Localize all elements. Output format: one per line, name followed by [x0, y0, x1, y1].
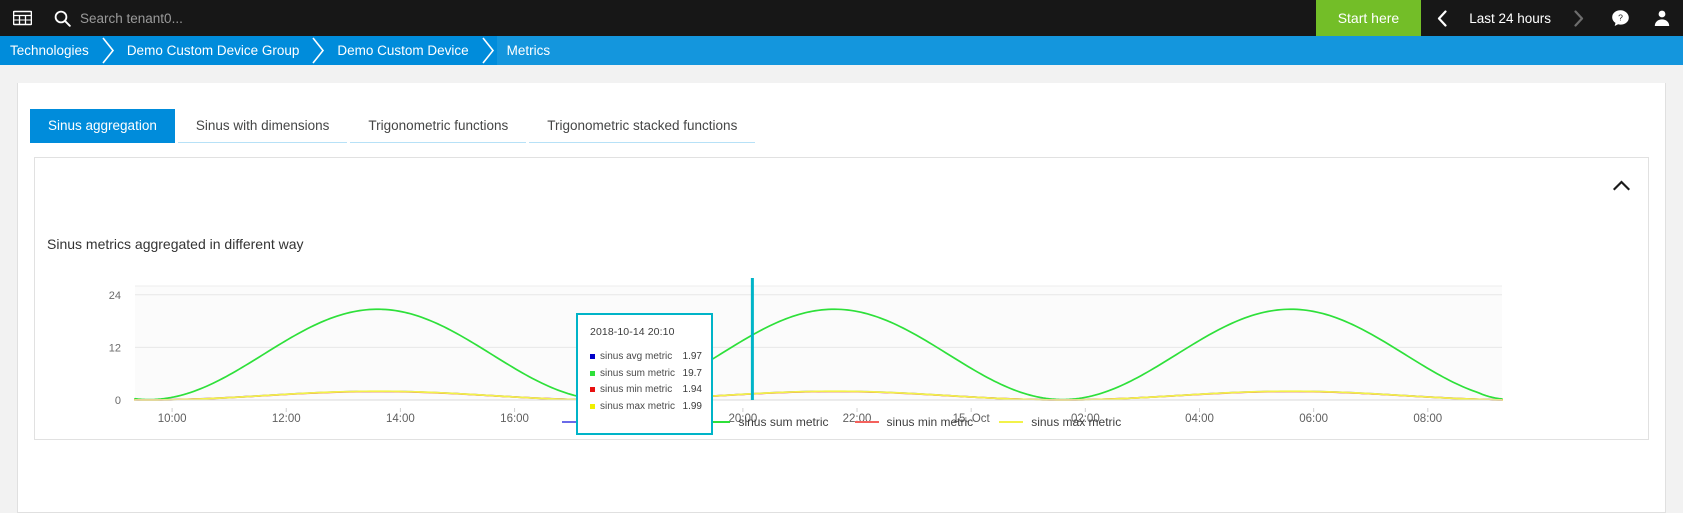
- chart-svg: 0 12 24: [109, 278, 1503, 407]
- chart-card: Sinus metrics aggregated in different wa…: [34, 157, 1649, 440]
- legend-item-sinus-max-metric[interactable]: sinus max metric: [999, 415, 1121, 429]
- y-tick-label: 24: [109, 290, 121, 302]
- legend-item-sinus-sum-metric[interactable]: sinus sum metric: [706, 415, 829, 429]
- breadcrumb-item-metrics[interactable]: Metrics: [496, 36, 563, 65]
- breadcrumb-separator-icon: [101, 36, 117, 65]
- tab-label: Trigonometric functions: [368, 118, 509, 133]
- start-here-label: Start here: [1337, 10, 1400, 26]
- tooltip-timestamp: 2018-10-14 20:10: [590, 326, 675, 338]
- chevron-right-glyph: [1573, 9, 1583, 27]
- chevron-right-icon[interactable]: [1561, 0, 1595, 36]
- breadcrumb-label: Demo Custom Device: [337, 43, 469, 58]
- chart-title: Sinus metrics aggregated in different wa…: [47, 236, 304, 252]
- tooltip-color-swatch: [590, 403, 595, 409]
- tab-label: Sinus aggregation: [48, 118, 157, 133]
- search-glyph: [54, 10, 71, 27]
- tooltip-color-swatch: [590, 387, 595, 392]
- start-here-button[interactable]: Start here: [1315, 0, 1422, 36]
- tab-sinus-with-dimensions[interactable]: Sinus with dimensions: [177, 109, 348, 143]
- tab-trigonometric-functions[interactable]: Trigonometric functions: [350, 109, 527, 143]
- chevron-left-glyph: [1437, 9, 1447, 27]
- tooltip-series-name: sinus min metric: [600, 384, 673, 395]
- tab-sinus-aggregation[interactable]: Sinus aggregation: [30, 109, 175, 143]
- metrics-panel: Sinus aggregation Sinus with dimensions …: [17, 83, 1666, 513]
- tab-bar: Sinus aggregation Sinus with dimensions …: [18, 83, 1665, 143]
- tooltip-series-name: sinus avg metric: [600, 351, 673, 362]
- tab-label: Trigonometric stacked functions: [547, 118, 738, 133]
- app-menu-glyph: [12, 10, 32, 26]
- timeframe-label[interactable]: Last 24 hours: [1459, 11, 1561, 26]
- tooltip-row: sinus avg metric 1.97: [590, 351, 702, 362]
- breadcrumb-trailing-fill: [562, 36, 1683, 65]
- tooltip-color-swatch: [590, 370, 595, 376]
- chart-tooltip: 2018-10-14 20:10 sinus avg metric 1.97 s…: [576, 313, 713, 435]
- breadcrumb-item-demo-custom-device[interactable]: Demo Custom Device: [327, 36, 480, 65]
- tooltip-series-name: sinus max metric: [600, 400, 676, 412]
- tooltip-series-value: 1.94: [682, 384, 702, 395]
- help-bubble-icon[interactable]: ?: [1599, 0, 1641, 36]
- y-tick-label: 12: [109, 342, 121, 354]
- tooltip-series-name: sinus sum metric: [600, 367, 676, 379]
- breadcrumb-label: Metrics: [506, 43, 551, 58]
- app-menu-icon[interactable]: [0, 0, 44, 36]
- breadcrumb-separator-icon: [481, 36, 497, 65]
- legend-color-line: [854, 420, 879, 424]
- chart-legend: sinus avg metric sinus sum metric sinus …: [35, 415, 1648, 429]
- tooltip-row: sinus sum metric 19.7: [590, 368, 702, 379]
- search-icon[interactable]: [44, 0, 80, 36]
- tooltip-color-swatch: [590, 354, 595, 359]
- legend-item-sinus-min-metric[interactable]: sinus min metric: [854, 415, 974, 429]
- help-bubble-glyph: ?: [1611, 9, 1629, 26]
- y-tick-label: 0: [115, 395, 121, 407]
- svg-text:?: ?: [1618, 12, 1623, 22]
- breadcrumb-separator-icon: [311, 36, 327, 65]
- breadcrumb: Technologies Demo Custom Device Group De…: [0, 36, 1683, 65]
- tab-label: Sinus with dimensions: [195, 118, 330, 133]
- legend-label: sinus max metric: [1031, 415, 1122, 429]
- chevron-up-glyph: [1612, 179, 1630, 191]
- tooltip-series-value: 1.97: [682, 351, 702, 362]
- breadcrumb-item-demo-custom-device-group[interactable]: Demo Custom Device Group: [117, 36, 312, 65]
- tooltip-series-value: 1.99: [682, 400, 702, 412]
- tooltip-row: sinus max metric 1.99: [590, 401, 702, 412]
- tab-trigonometric-stacked-functions[interactable]: Trigonometric stacked functions: [529, 109, 756, 143]
- breadcrumb-label: Technologies: [10, 43, 89, 58]
- legend-color-line: [999, 420, 1024, 424]
- breadcrumb-label: Demo Custom Device Group: [126, 43, 300, 58]
- tooltip-series-value: 19.7: [682, 367, 702, 379]
- chevron-left-icon[interactable]: [1425, 0, 1459, 36]
- chevron-up-icon[interactable]: [1606, 170, 1636, 200]
- user-avatar-glyph: [1654, 10, 1670, 26]
- user-avatar-icon[interactable]: [1641, 0, 1683, 36]
- legend-label: sinus min metric: [886, 415, 974, 429]
- page-content: Sinus aggregation Sinus with dimensions …: [0, 65, 1683, 513]
- top-navigation-bar: Start here Last 24 hours ?: [0, 0, 1683, 36]
- tooltip-row: sinus min metric 1.94: [590, 384, 702, 395]
- timeframe-selector: Last 24 hours: [1421, 0, 1599, 36]
- breadcrumb-item-technologies[interactable]: Technologies: [0, 36, 101, 65]
- legend-label: sinus sum metric: [738, 415, 829, 429]
- search-input[interactable]: [80, 0, 400, 36]
